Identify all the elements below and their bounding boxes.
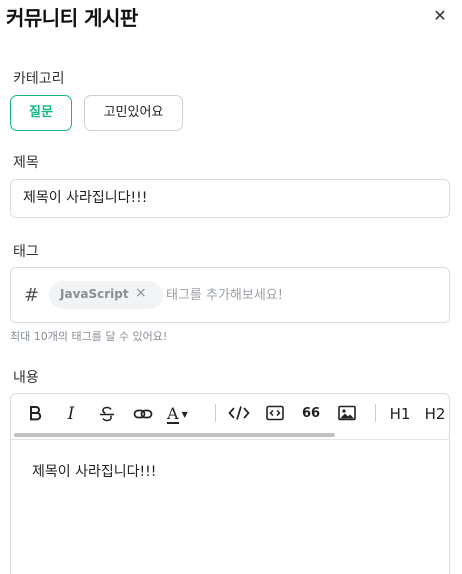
- toolbar-divider: [215, 404, 216, 422]
- hash-icon: #: [24, 285, 40, 306]
- editor-toolbar: I A ▼ 66 H1 H2: [11, 394, 449, 440]
- close-icon[interactable]: ✕: [430, 6, 450, 26]
- italic-icon[interactable]: I: [61, 403, 81, 425]
- tag-input[interactable]: 태그를 추가해보세요!: [166, 284, 283, 303]
- page-title: 커뮤니티 게시판: [6, 6, 138, 30]
- content-editor[interactable]: I A ▼ 66 H1 H2 제목이 사라집니다!!!: [10, 393, 450, 574]
- tag-chip: JavaScript ×: [49, 281, 163, 309]
- tag-label: 태그: [13, 244, 39, 260]
- code-block-icon[interactable]: [265, 403, 285, 425]
- toolbar-divider: [375, 404, 376, 422]
- link-icon[interactable]: [131, 403, 155, 425]
- category-concern-button[interactable]: 고민있어요: [84, 95, 183, 131]
- tag-chip-label: JavaScript: [60, 287, 129, 301]
- heading2-button[interactable]: H2: [423, 403, 447, 425]
- tag-hint: 최대 10개의 태그를 달 수 있어요!: [10, 330, 168, 343]
- bold-icon[interactable]: [25, 403, 45, 425]
- chevron-down-icon: ▼: [181, 409, 188, 419]
- tag-remove-icon[interactable]: ×: [135, 285, 147, 301]
- image-icon[interactable]: [337, 403, 357, 425]
- code-icon[interactable]: [227, 403, 251, 425]
- font-color-icon[interactable]: A ▼: [167, 403, 199, 425]
- tag-field[interactable]: # JavaScript × 태그를 추가해보세요!: [10, 267, 450, 323]
- heading1-button[interactable]: H1: [388, 403, 412, 425]
- content-label: 내용: [13, 370, 39, 386]
- editor-body-text[interactable]: 제목이 사라집니다!!!: [32, 461, 156, 481]
- title-input[interactable]: 제목이 사라집니다!!!: [10, 179, 450, 218]
- font-color-glyph: A: [167, 404, 179, 424]
- quote-icon[interactable]: 66: [300, 403, 322, 425]
- category-question-button[interactable]: 질문: [10, 95, 72, 131]
- toolbar-scrollbar[interactable]: [14, 433, 335, 437]
- title-label: 제목: [13, 155, 39, 171]
- strikethrough-icon[interactable]: [97, 403, 117, 425]
- category-label: 카테고리: [13, 71, 65, 87]
